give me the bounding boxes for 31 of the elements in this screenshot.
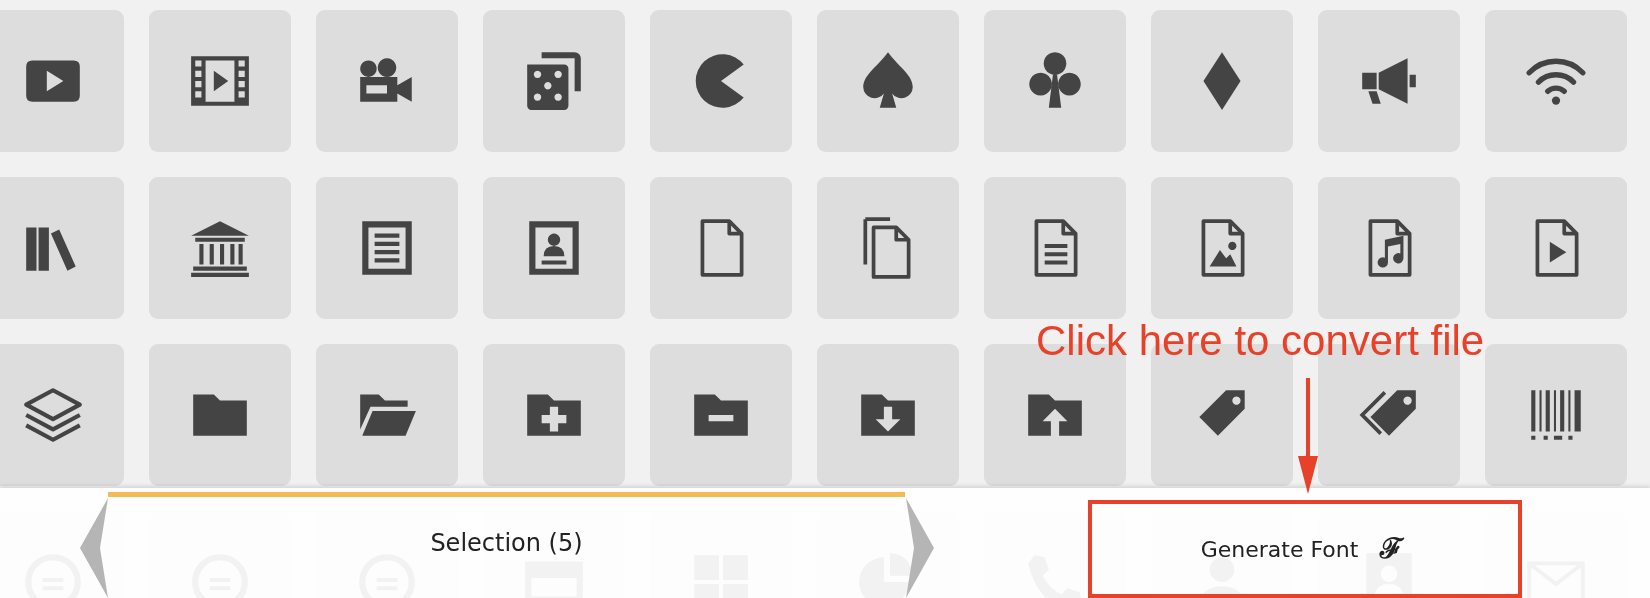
icon-tile[interactable] [149, 344, 291, 486]
icon-tile[interactable] [483, 177, 625, 319]
icon-tile[interactable] [0, 344, 124, 486]
icon-tile[interactable] [316, 177, 458, 319]
icon-tile[interactable] [1485, 177, 1627, 319]
annotation-text: Click here to convert file [1036, 318, 1485, 365]
icon-tile[interactable] [483, 10, 625, 152]
icon-tile[interactable] [984, 177, 1126, 319]
icon-tile[interactable] [650, 10, 792, 152]
icon-tile[interactable] [817, 344, 959, 486]
icon-tile[interactable] [0, 177, 124, 319]
icon-tile[interactable] [149, 10, 291, 152]
icon-tile[interactable] [0, 10, 124, 152]
generate-font-button[interactable]: Generate Font ℱ [1088, 500, 1522, 598]
icon-tile[interactable] [1485, 344, 1627, 486]
font-icon: ℱ [1374, 529, 1410, 569]
icon-tile[interactable] [817, 10, 959, 152]
selection-button[interactable]: Selection (5) [108, 492, 905, 598]
icon-tile[interactable] [1318, 10, 1460, 152]
icon-tile[interactable] [149, 177, 291, 319]
icon-tile[interactable] [1151, 177, 1293, 319]
icon-tile[interactable] [817, 177, 959, 319]
icon-tile[interactable] [1151, 10, 1293, 152]
icon-tile[interactable] [984, 10, 1126, 152]
icon-tile[interactable] [483, 344, 625, 486]
icon-tile[interactable] [1318, 177, 1460, 319]
icon-tile[interactable] [1485, 10, 1627, 152]
icon-tile[interactable] [316, 344, 458, 486]
icon-tile[interactable] [316, 10, 458, 152]
icon-tile[interactable] [650, 177, 792, 319]
icon-tile[interactable] [650, 344, 792, 486]
